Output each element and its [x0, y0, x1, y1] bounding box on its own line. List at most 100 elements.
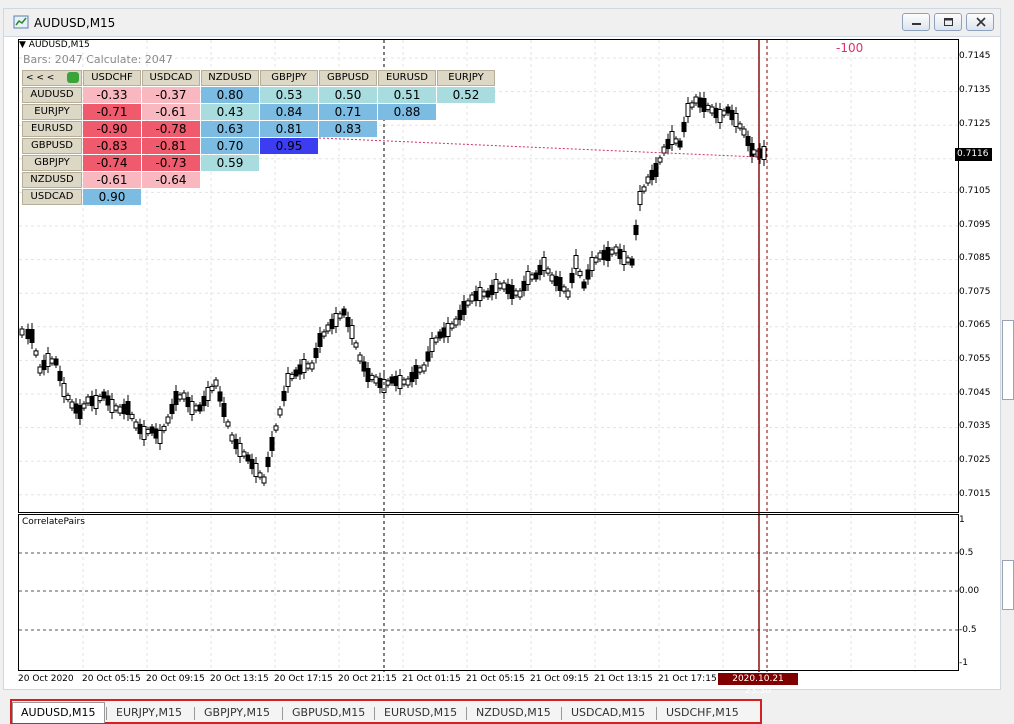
candle-body	[729, 109, 735, 121]
candle-body	[133, 421, 139, 429]
empty-cell	[378, 138, 436, 154]
candle-body	[301, 359, 307, 373]
candle-body	[601, 249, 607, 261]
chart-tab[interactable]: EURJPY,M15	[108, 704, 190, 722]
matrix-column-header[interactable]: GBPUSD	[319, 70, 377, 86]
candle-body	[217, 391, 223, 402]
candle-body	[281, 390, 287, 402]
empty-cell	[201, 189, 259, 205]
time-axis-label: 20 Oct 2020	[18, 674, 74, 684]
chart-tab[interactable]: GBPJPY,M15	[196, 704, 278, 722]
time-axis-label: 21 Oct 13:15	[594, 674, 653, 684]
candle-body	[305, 363, 311, 369]
candle-body	[333, 313, 339, 327]
chart-tab[interactable]: USDCHF,M15	[658, 704, 747, 722]
correlation-cell: -0.64	[142, 172, 200, 188]
candle-body	[49, 358, 55, 364]
matrix-column-header[interactable]: USDCHF	[83, 70, 141, 86]
matrix-column-header[interactable]: GBPJPY	[260, 70, 318, 86]
candle-body	[457, 309, 463, 321]
price-axis-label: 0.7035	[959, 421, 991, 431]
restore-button[interactable]	[934, 13, 962, 31]
candle-body	[557, 277, 563, 291]
price-axis-label: 0.7045	[959, 388, 991, 398]
tab-separator	[374, 707, 375, 720]
tab-separator	[561, 707, 562, 720]
empty-cell	[437, 189, 495, 205]
matrix-column-header[interactable]: NZDUSD	[201, 70, 259, 86]
candle-body	[485, 290, 491, 298]
candle-body	[449, 323, 455, 329]
indicator-subwindow[interactable]	[18, 514, 960, 672]
candle-body	[45, 353, 51, 367]
adjacent-window-edge	[1002, 320, 1014, 400]
candle-body	[561, 286, 567, 292]
minimize-button[interactable]	[902, 13, 930, 31]
candle-body	[417, 367, 423, 373]
indicator-name: CorrelatePairs	[22, 517, 85, 527]
empty-cell	[378, 172, 436, 188]
chart-window-titlebar[interactable]: AUDUSD,M15	[3, 8, 1001, 36]
candle-body	[725, 106, 731, 114]
time-axis-label: 20 Oct 05:15	[82, 674, 141, 684]
matrix-column-header[interactable]: EURJPY	[437, 70, 495, 86]
candle-body	[409, 371, 415, 383]
empty-cell	[142, 189, 200, 205]
candle-body	[565, 290, 571, 298]
candle-body	[77, 405, 83, 419]
matrix-nav-button[interactable]: < < <	[22, 70, 82, 86]
candle-body	[213, 379, 219, 387]
chart-tab[interactable]: GBPUSD,M15	[284, 704, 373, 722]
chart-tab[interactable]: AUDUSD,M15	[12, 702, 105, 723]
candle-body	[137, 423, 143, 435]
candle-body	[477, 287, 483, 301]
matrix-column-header[interactable]: USDCAD	[142, 70, 200, 86]
correlation-cell: 0.50	[319, 87, 377, 103]
matrix-row-header[interactable]: EURUSD	[22, 121, 82, 137]
empty-cell	[260, 189, 318, 205]
candle-body	[469, 294, 475, 302]
candle-body	[369, 374, 375, 381]
time-axis-label: 20 Oct 09:15	[146, 674, 205, 684]
candle-body	[401, 379, 407, 385]
chart-tab[interactable]: USDCAD,M15	[563, 704, 653, 722]
correlation-cell: -0.37	[142, 87, 200, 103]
candle-body	[629, 258, 635, 266]
matrix-row-header[interactable]: NZDUSD	[22, 172, 82, 188]
candle-body	[497, 283, 503, 289]
matrix-column-header[interactable]: EURUSD	[378, 70, 436, 86]
empty-cell	[319, 155, 377, 171]
matrix-row-header[interactable]: GBPJPY	[22, 155, 82, 171]
matrix-row-header[interactable]: AUDUSD	[22, 87, 82, 103]
candle-body	[121, 403, 127, 415]
empty-cell	[437, 138, 495, 154]
lock-icon[interactable]	[67, 72, 79, 83]
chart-tab[interactable]: EURUSD,M15	[376, 704, 465, 722]
candle-body	[513, 290, 519, 296]
price-axis-label: 0.7095	[959, 220, 991, 230]
candle-body	[697, 97, 703, 108]
candle-body	[673, 138, 679, 144]
candle-body	[313, 347, 319, 359]
matrix-row-header[interactable]: EURJPY	[22, 104, 82, 120]
candle-body	[493, 279, 499, 293]
candle-body	[681, 121, 687, 133]
candle-body	[509, 285, 515, 299]
candle-body	[421, 364, 427, 372]
matrix-row-header[interactable]: USDCAD	[22, 189, 82, 205]
candle-body	[237, 443, 243, 457]
candle-body	[161, 425, 167, 432]
correlation-cell: 0.52	[437, 87, 495, 103]
close-button[interactable]	[966, 13, 994, 31]
candle-body	[365, 368, 371, 382]
matrix-row-header[interactable]: GBPUSD	[22, 138, 82, 154]
candle-body	[101, 391, 107, 399]
candle-body	[397, 375, 403, 389]
candle-body	[465, 300, 471, 306]
candle-body	[293, 369, 299, 377]
candle-body	[373, 376, 379, 384]
current-price-label: 0.7116	[955, 148, 992, 161]
candle-body	[741, 128, 747, 136]
restore-icon	[944, 18, 953, 26]
chart-tab[interactable]: NZDUSD,M15	[468, 704, 559, 722]
